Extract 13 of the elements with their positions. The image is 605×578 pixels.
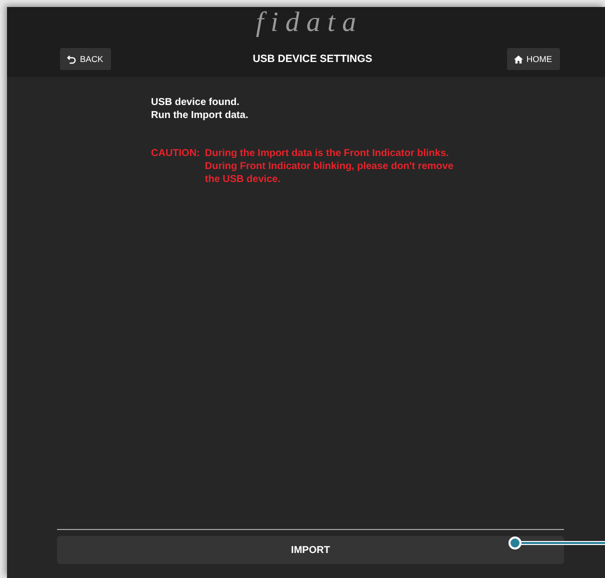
home-icon bbox=[514, 54, 522, 64]
message-text: Run the Import data. bbox=[151, 109, 250, 122]
page-title: USB DEVICE SETTINGS bbox=[252, 53, 372, 65]
import-button[interactable]: IMPORT bbox=[57, 536, 564, 564]
message-text: USB device found. bbox=[151, 96, 240, 109]
caution-text: During Front Indicator blinking, please don't remove bbox=[204, 160, 454, 173]
back-button[interactable]: BACK bbox=[60, 48, 112, 70]
caution-text: During the Import data is the Front Indicator blinks. bbox=[204, 147, 450, 160]
back-arrow-icon bbox=[67, 54, 76, 64]
caution-label: CAUTION: bbox=[151, 147, 200, 161]
logo: fidata bbox=[254, 8, 364, 38]
home-button[interactable]: HOME bbox=[506, 48, 560, 70]
caution-text: the USB device. bbox=[204, 173, 282, 186]
